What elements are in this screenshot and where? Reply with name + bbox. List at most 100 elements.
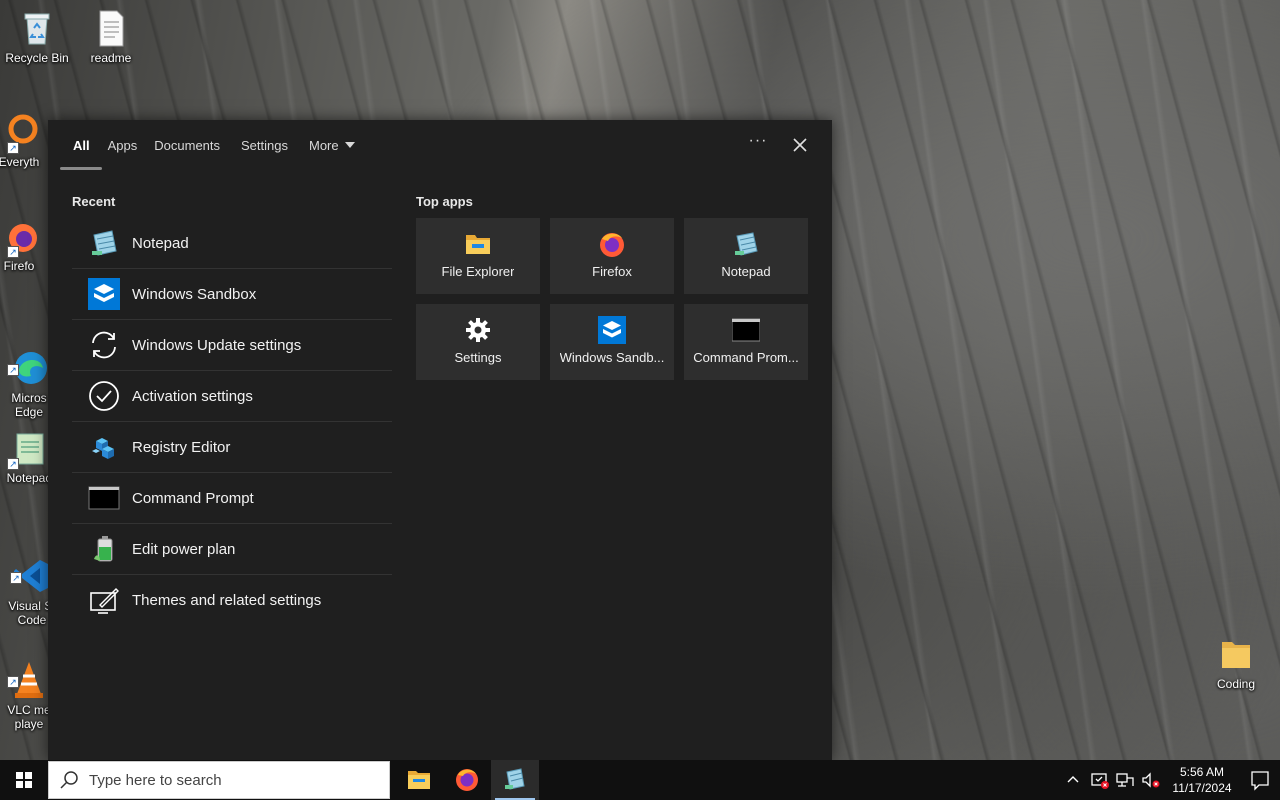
tab-more-label: More xyxy=(309,138,339,153)
tab-settings[interactable]: Settings xyxy=(229,134,297,158)
taskbar-firefox[interactable] xyxy=(443,760,491,800)
shortcut-arrow-icon: ↗ xyxy=(7,676,19,688)
shortcut-arrow-icon: ↗ xyxy=(7,458,19,470)
search-icon xyxy=(49,761,89,799)
tile-label: Firefox xyxy=(592,264,632,279)
active-tab-indicator xyxy=(60,167,102,170)
close-button[interactable] xyxy=(788,133,812,157)
desktop-icon-coding-folder[interactable]: Coding xyxy=(1199,634,1273,691)
recent-item-notepad[interactable]: Notepad xyxy=(72,218,392,269)
chevron-up-icon[interactable] xyxy=(1061,768,1085,792)
notification-icon xyxy=(1251,771,1269,791)
recent-item-label: Themes and related settings xyxy=(132,592,322,609)
folder-icon xyxy=(408,771,430,789)
security-alert-icon[interactable] xyxy=(1087,768,1111,792)
tile-label: Windows Sandb... xyxy=(559,350,665,365)
desktop-icon-label: Coding xyxy=(1216,677,1256,691)
recent-list: Notepad Windows Sandbox Windows Update s… xyxy=(72,218,392,626)
tile-label: Command Prom... xyxy=(693,350,799,365)
taskbar-file-explorer[interactable] xyxy=(395,760,443,800)
gear-icon xyxy=(464,316,492,344)
sandbox-icon xyxy=(598,316,626,344)
recent-item-activation-settings[interactable]: Activation settings xyxy=(72,371,392,422)
recent-item-label: Edit power plan xyxy=(132,540,236,558)
folder-icon xyxy=(464,230,492,258)
system-tray: 5:56 AM 11/17/2024 xyxy=(1060,760,1280,800)
clock-date: 11/17/2024 xyxy=(1172,781,1232,795)
close-icon xyxy=(793,138,807,152)
recent-item-themes-settings[interactable]: Themes and related settings xyxy=(72,575,392,626)
everything-icon: ↗ xyxy=(0,112,39,154)
tab-all[interactable]: All xyxy=(64,134,99,158)
search-input[interactable] xyxy=(89,771,369,789)
shortcut-arrow-icon: ↗ xyxy=(7,364,19,376)
update-icon xyxy=(88,329,120,361)
recent-item-label: Windows Sandbox xyxy=(132,285,257,303)
desktop-icon-label: readme xyxy=(90,51,132,65)
shortcut-arrow-icon: ↗ xyxy=(7,246,19,258)
search-tabs: All Apps Documents Settings More xyxy=(64,134,364,158)
top-app-settings[interactable]: Settings xyxy=(416,304,540,380)
top-app-notepad[interactable]: Notepad xyxy=(684,218,808,294)
shortcut-arrow-icon: ↗ xyxy=(10,572,22,584)
taskbar-notepad[interactable] xyxy=(491,760,539,800)
recent-item-registry-editor[interactable]: Registry Editor xyxy=(72,422,392,473)
taskbar-search-box[interactable] xyxy=(48,761,390,799)
tile-label: Notepad xyxy=(721,264,771,279)
desktop-icon-recycle-bin[interactable]: Recycle Bin xyxy=(0,8,74,65)
top-apps-grid: File Explorer Firefox Notepad Settings W… xyxy=(416,218,812,380)
top-app-firefox[interactable]: Firefox xyxy=(550,218,674,294)
edge-icon: ↗ xyxy=(7,334,49,384)
activation-icon xyxy=(88,380,120,412)
vscode-icon: ↗ xyxy=(10,542,52,592)
taskbar: 5:56 AM 11/17/2024 xyxy=(0,760,1280,800)
network-icon[interactable] xyxy=(1113,768,1137,792)
battery-icon xyxy=(88,533,120,565)
notepad-icon: ↗ xyxy=(7,428,49,470)
tile-label: File Explorer xyxy=(441,264,515,279)
tab-documents[interactable]: Documents xyxy=(146,134,229,158)
recent-item-label: Registry Editor xyxy=(132,438,231,456)
volume-muted-icon[interactable] xyxy=(1139,768,1163,792)
recent-item-label: Activation settings xyxy=(132,387,253,405)
recent-item-label: Command Prompt xyxy=(132,489,254,507)
cmd-icon xyxy=(88,482,120,514)
chevron-down-icon xyxy=(344,142,355,148)
windows-logo-icon xyxy=(16,772,32,788)
top-app-command-prompt[interactable]: Command Prom... xyxy=(684,304,808,380)
action-center-button[interactable] xyxy=(1240,760,1280,800)
tile-label: Settings xyxy=(454,350,502,365)
document-icon xyxy=(91,8,131,48)
recent-section-title: Recent xyxy=(72,194,116,209)
recent-item-label: Notepad xyxy=(132,234,189,252)
top-app-windows-sandbox[interactable]: Windows Sandb... xyxy=(550,304,674,380)
desktop-icon-readme[interactable]: readme xyxy=(74,8,148,65)
recent-item-command-prompt[interactable]: Command Prompt xyxy=(72,473,392,524)
tab-apps[interactable]: Apps xyxy=(99,134,147,158)
clock-time: 5:56 AM xyxy=(1179,765,1225,779)
search-panel: All Apps Documents Settings More ··· Rec… xyxy=(48,120,832,760)
themes-icon xyxy=(88,585,120,617)
notepad-icon xyxy=(88,227,120,259)
desktop-icon-label: Recycle Bin xyxy=(5,51,69,65)
notepad-icon xyxy=(505,768,525,790)
cmd-icon xyxy=(731,316,761,344)
recent-item-edit-power-plan[interactable]: Edit power plan xyxy=(72,524,392,575)
more-options-icon[interactable]: ··· xyxy=(746,132,770,156)
registry-icon xyxy=(88,431,120,463)
start-button[interactable] xyxy=(0,760,48,800)
recent-item-label: Windows Update settings xyxy=(132,336,302,354)
recent-item-windows-update-settings[interactable]: Windows Update settings xyxy=(72,320,392,371)
vlc-icon: ↗ xyxy=(7,646,49,698)
firefox-icon xyxy=(456,769,478,791)
shortcut-arrow-icon: ↗ xyxy=(7,142,19,154)
top-apps-section-title: Top apps xyxy=(416,194,473,209)
sandbox-icon xyxy=(88,278,120,310)
recycle-bin-icon xyxy=(17,8,57,48)
tab-more[interactable]: More xyxy=(297,134,364,158)
firefox-icon xyxy=(598,230,626,258)
recent-item-windows-sandbox[interactable]: Windows Sandbox xyxy=(72,269,392,320)
firefox-icon: ↗ xyxy=(0,216,39,258)
top-app-file-explorer[interactable]: File Explorer xyxy=(416,218,540,294)
taskbar-clock[interactable]: 5:56 AM 11/17/2024 xyxy=(1164,764,1240,796)
